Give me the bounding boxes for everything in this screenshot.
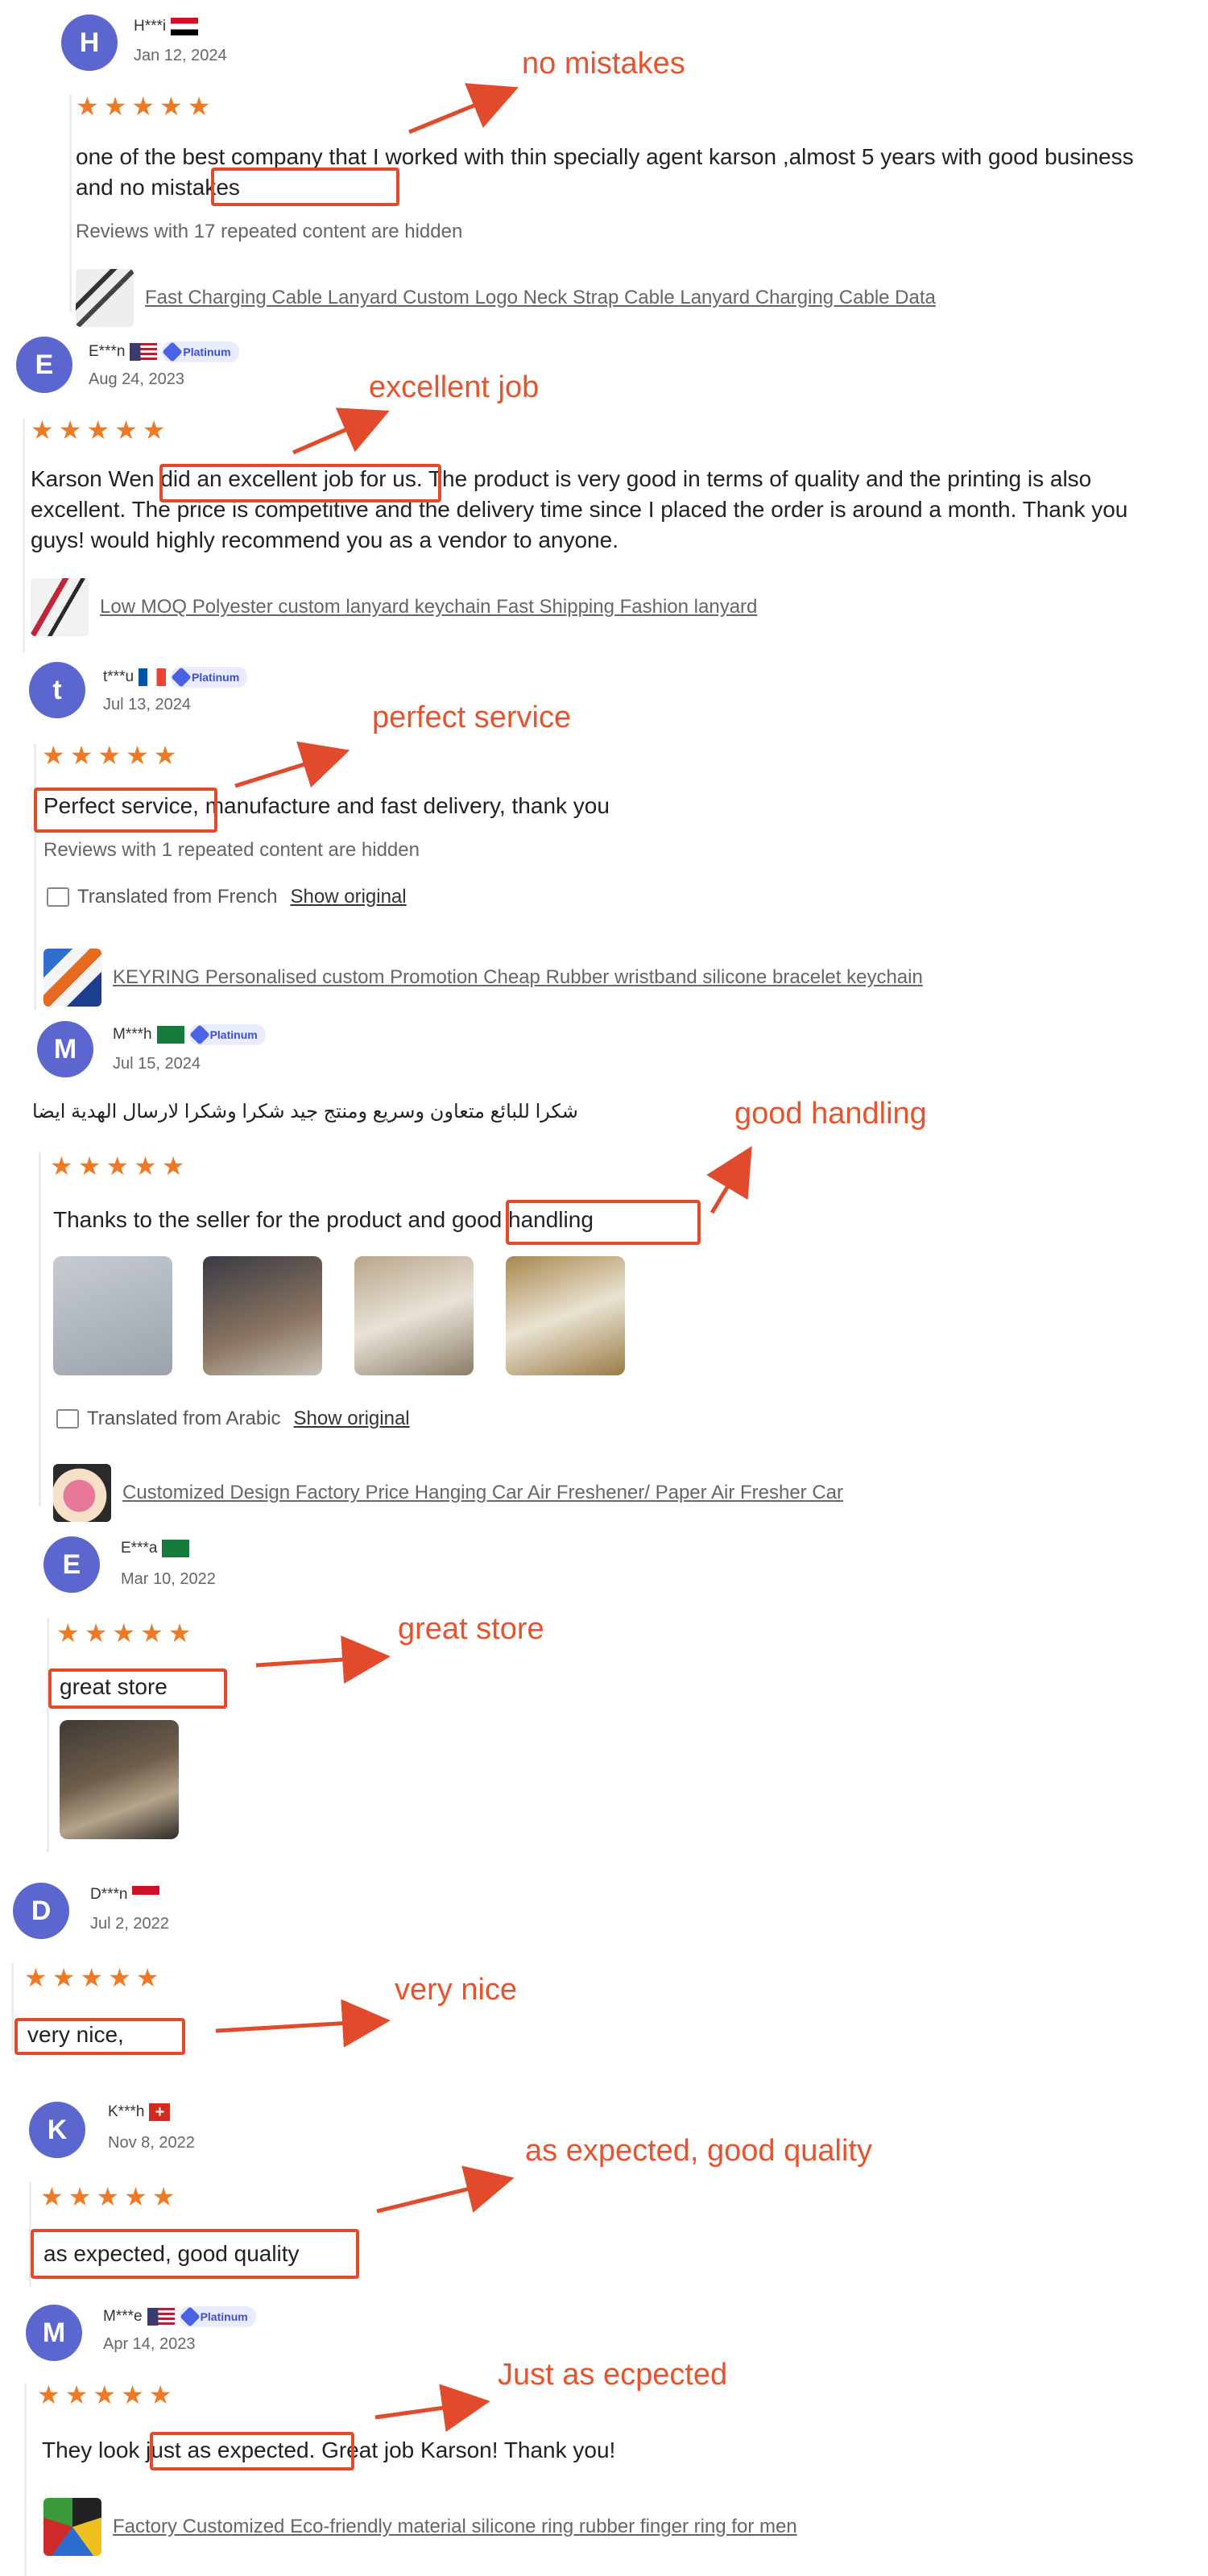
arrow-icon: [376, 2165, 515, 2214]
arrow-icon: [408, 83, 519, 134]
arrow-icon: [255, 1635, 391, 1684]
annotation-arrows: [215, 83, 752, 2432]
arrow-icon: [374, 2384, 490, 2432]
arrow-icon: [215, 1999, 391, 2048]
arrow-icon: [234, 741, 350, 788]
arrow-icon: [292, 407, 390, 455]
arrow-icon: [706, 1146, 752, 1214]
